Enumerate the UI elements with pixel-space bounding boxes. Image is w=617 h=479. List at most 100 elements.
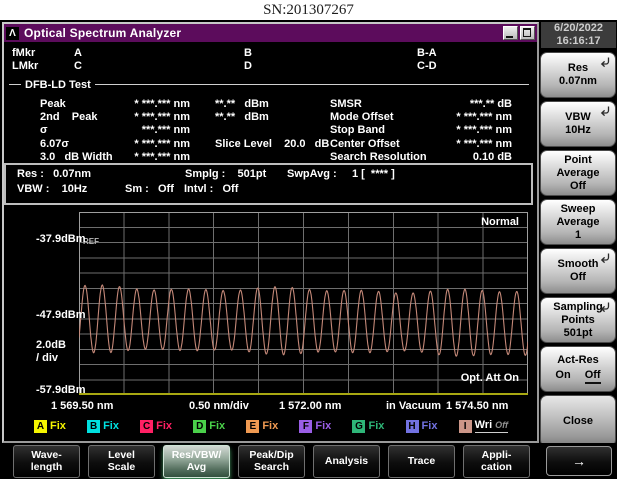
date-text: 6/20/2022 (554, 22, 603, 34)
trace-write-mode-label: Wri (474, 419, 493, 431)
trace-active-label: Wri Off (474, 419, 508, 433)
window-titlebar: Λ Optical Spectrum Analyzer (4, 24, 537, 42)
marker-row: LMkr C D C-D (4, 60, 533, 73)
graph-canvas (79, 212, 528, 395)
trace-legend-item-i[interactable]: I Wri Off (458, 419, 508, 434)
fkey-more-arrow[interactable]: → (546, 446, 612, 476)
trace-fix-label: Fix (262, 420, 279, 432)
trace-legend-item-a[interactable]: A Fix (34, 419, 66, 434)
softkey-vbw[interactable]: VBW 10Hz (540, 101, 616, 147)
anritsu-logo-icon: Λ (6, 26, 19, 40)
softkey-sampling-points[interactable]: Sampling Points 501pt (540, 297, 616, 343)
trace-legend-item-e[interactable]: E Fix (246, 419, 278, 434)
toggle-on-option[interactable]: On (555, 369, 570, 384)
y-axis-ref-level: -37.9dBm (36, 233, 86, 245)
fkey-line: Res/VBW/ (171, 449, 222, 461)
marker-cell: B-A (417, 47, 437, 59)
x-axis-center-wavelength: 1 572.00 nm (279, 400, 342, 412)
toggle-off-option[interactable]: Off (584, 369, 601, 384)
softkey-sweep-average[interactable]: Sweep Average 1 (540, 199, 616, 245)
softkey-line: Off (570, 179, 586, 192)
marker-cell: B (244, 47, 252, 59)
trace-legend-item-f[interactable]: F Fix (299, 419, 331, 434)
fkey-analysis[interactable]: Analysis (313, 444, 380, 478)
softkey-smooth[interactable]: Smooth Off (540, 248, 616, 294)
time-text: 16:16:17 (556, 35, 601, 47)
dfb-row-right-value: * ***.*** nm (456, 111, 512, 124)
trace-legend-item-d[interactable]: D Fix (193, 419, 225, 434)
trace-d-color-box: D (193, 419, 207, 433)
marker-cell: LMkr (12, 60, 39, 72)
trace-legend-item-g[interactable]: G Fix (352, 419, 384, 434)
softkey-toggle-row: On Off (555, 369, 601, 384)
x-axis-start-wavelength: 1 569.50 nm (51, 400, 114, 412)
trace-legend-item-b[interactable]: B Fix (87, 419, 119, 434)
fkey-res-vbw-avg[interactable]: Res/VBW/Avg (163, 444, 230, 478)
softkey-close[interactable]: Close (540, 395, 616, 447)
trace-h-color-box: H (405, 419, 419, 433)
softkey-line: Point (564, 153, 592, 166)
trace-off-label: Off (495, 420, 508, 430)
dfb-row-label: 3.0 dB Width (40, 150, 113, 163)
minimize-button[interactable] (503, 26, 518, 40)
fkey-line: Avg (186, 461, 207, 473)
trace-legend-item-c[interactable]: C Fix (140, 419, 172, 434)
fkey-line: → (572, 453, 586, 469)
fkey-peak-dipsearch[interactable]: Peak/Dip Search (238, 444, 305, 478)
instrument-screen: Λ Optical Spectrum Analyzer fMkr A B B-A LMk… (0, 20, 617, 479)
fkey-levelscale[interactable]: Level Scale (88, 444, 155, 478)
dfb-row-level-value: **.** dBm (215, 111, 269, 124)
optical-attenuator-status: Opt. Att On (460, 372, 519, 384)
dfb-row-label: 2nd Peak (40, 111, 98, 124)
softkey-line: Res (567, 62, 589, 74)
trace-fix-label: Fix (103, 420, 119, 432)
softkey-act-res[interactable]: Act-Res On Off (540, 346, 616, 392)
softkey-panel: Res 0.07nm VBW 10Hz Point Average Off Sweep Aver… (540, 52, 616, 450)
osa-window: Λ Optical Spectrum Analyzer fMkr A B B-A LMk… (2, 22, 539, 443)
softkey-line: Average (556, 215, 600, 228)
softkey-line: Close (563, 414, 593, 427)
softkey-point-average[interactable]: Point Average Off (540, 150, 616, 196)
dfb-row-wavelength-value: ***.*** nm (141, 124, 190, 137)
x-axis-stop-wavelength: 1 574.50 nm (446, 400, 509, 412)
trace-fix-label: Fix (50, 420, 66, 432)
measurement-status-box: Res : 0.07nm Smplg : 501pt SwpAvg : 1 [ **… (4, 163, 533, 205)
y-axis-scale-unit: / div (36, 352, 59, 364)
softkey-res[interactable]: Res 0.07nm (540, 52, 616, 98)
trace-legend-item-h[interactable]: H Fix (405, 419, 437, 434)
trace-fix-label: Fix (156, 420, 173, 432)
marker-cell: D (244, 60, 252, 72)
dfb-row-wavelength-value: * ***.*** nm (134, 98, 190, 110)
spectrum-graph: Normal REF Opt. Att On (79, 212, 528, 395)
fkey-wave-length[interactable]: Wave-length (13, 444, 80, 478)
softkey-line: Sweep (560, 202, 596, 215)
window-title: Optical Spectrum Analyzer (24, 26, 182, 40)
trace-fix-label: Fix (368, 420, 385, 432)
dfb-row-level-value: Slice Level 20.0 dB (215, 137, 330, 150)
trace-c-color-box: C (140, 419, 154, 433)
fkey-appli-cation[interactable]: Appli-cation (463, 444, 530, 478)
maximize-button[interactable] (520, 26, 535, 40)
softkey-title: Act-Res (557, 354, 599, 366)
dfb-row-wavelength-value: * ***.*** nm (134, 137, 190, 150)
submenu-arrow-icon (599, 105, 611, 121)
submenu-arrow-icon (599, 301, 611, 317)
x-axis-medium: in Vacuum (386, 400, 442, 412)
softkey-line: 10Hz (565, 124, 591, 136)
softkey-line: 0.07nm (559, 75, 597, 87)
trace-i-color-box: I (458, 419, 472, 433)
fkey-trace[interactable]: Trace (388, 444, 455, 478)
y-axis-bottom-level: -57.9dBm (36, 384, 86, 396)
marker-cell: C-D (417, 60, 437, 72)
dfb-row-right-value: * ***.*** nm (456, 124, 512, 137)
dfb-row-right-label: Center Offset (330, 137, 400, 150)
datetime-display: 6/20/2022 16:16:17 (541, 22, 616, 48)
fkey-line: cation (481, 461, 512, 473)
status-item: SwpAvg : 1 [ **** ] (287, 168, 395, 180)
trace-g-color-box: G (352, 419, 366, 433)
dfb-row-wavelength-value: * ***.*** nm (134, 150, 190, 163)
x-axis-span-per-div: 0.50 nm/div (189, 400, 249, 412)
fkey-line: Scale (107, 461, 136, 473)
dfb-row-level-value: **.** dBm (215, 98, 269, 110)
softkey-line: 501pt (563, 326, 593, 339)
